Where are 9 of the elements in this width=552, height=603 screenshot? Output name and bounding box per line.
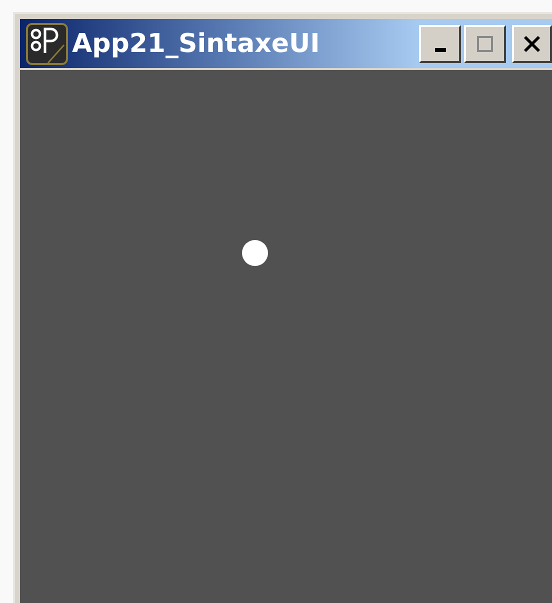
app-icon	[26, 22, 68, 64]
close-icon	[522, 34, 542, 54]
maximize-icon	[475, 34, 495, 54]
dot	[242, 240, 268, 266]
close-button[interactable]	[512, 24, 552, 62]
window-title: App21_SintaxeUI	[72, 28, 320, 58]
maximize-button[interactable]	[464, 24, 506, 62]
minimize-button[interactable]	[419, 24, 461, 62]
minimize-icon	[434, 48, 446, 52]
